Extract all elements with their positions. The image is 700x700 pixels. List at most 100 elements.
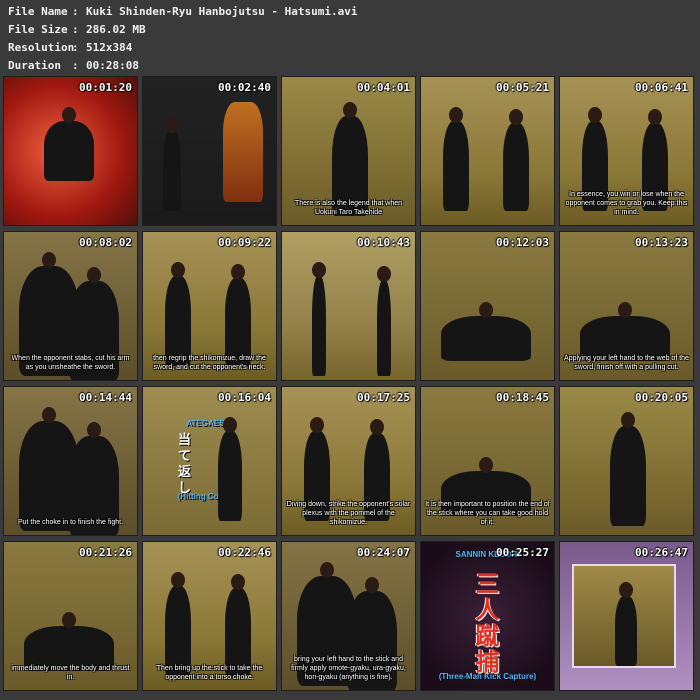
subtitle-caption: In essence, you win or lose when the opp… — [565, 191, 688, 216]
timestamp: 00:22:46 — [218, 546, 271, 559]
video-thumbnail[interactable]: ATEGAESHI 当て返し (Hitting Counter) 00:16:04 — [142, 386, 277, 536]
subtitle-caption: Diving down, strike the opponent's solar… — [286, 501, 411, 526]
info-key: File Name — [8, 5, 68, 18]
technique-translation-label: (Three-Man Kick Capture) — [438, 672, 537, 681]
timestamp: 00:02:40 — [218, 81, 271, 94]
thumbnail-frame — [421, 77, 554, 225]
info-row-file-name: File Name: Kuki Shinden-Ryu Hanbojutsu - … — [8, 5, 358, 23]
video-thumbnail[interactable]: 00:12:03 — [420, 231, 555, 381]
person-head — [648, 109, 662, 125]
person-head — [588, 107, 602, 123]
person-figure — [441, 316, 531, 361]
person-head — [87, 267, 101, 283]
info-separator: : — [72, 5, 79, 18]
person-head — [320, 562, 334, 578]
person-head — [62, 107, 76, 123]
info-value: 00:28:08 — [86, 59, 139, 72]
person-figure — [443, 121, 469, 211]
subtitle-caption: Then bring up the stick to take the oppo… — [156, 665, 263, 681]
person-head — [87, 422, 101, 438]
timestamp: 00:05:21 — [496, 81, 549, 94]
timestamp: 00:25:27 — [496, 546, 549, 559]
person-head — [223, 417, 237, 433]
timestamp: 00:13:23 — [635, 236, 688, 249]
technique-name-label: ATEGAESHI — [186, 419, 233, 428]
timestamp: 00:01:20 — [79, 81, 132, 94]
samurai-armor — [223, 102, 263, 202]
person-figure — [165, 586, 191, 676]
person-head — [365, 577, 379, 593]
person-head — [42, 407, 56, 423]
person-figure — [44, 121, 94, 181]
video-thumbnail[interactable]: SANNIN KEDORI 三人蹴捕 (Three-Man Kick Capture… — [420, 541, 555, 691]
person-head — [479, 302, 493, 318]
person-figure — [610, 426, 646, 526]
info-value: 512x384 — [86, 41, 133, 54]
person-head — [343, 102, 357, 118]
timestamp: 00:16:04 — [218, 391, 271, 404]
timestamp: 00:21:26 — [79, 546, 132, 559]
person-head — [42, 252, 56, 268]
person-figure — [377, 280, 391, 376]
video-thumbnail[interactable]: 00:24:07 bring your left hand to the stic… — [281, 541, 416, 691]
person-head — [62, 612, 76, 628]
thumbnail-frame — [282, 232, 415, 380]
person-head — [618, 302, 632, 318]
timestamp: 00:14:44 — [79, 391, 132, 404]
subtitle-caption: When the opponent stabs, cut his arm as … — [11, 355, 130, 371]
info-key: Duration — [8, 59, 61, 72]
person-head — [619, 582, 633, 598]
info-row-duration: Duration:00:28:08 — [8, 59, 139, 77]
subtitle-caption: immediately move the body and thrust in. — [11, 665, 130, 681]
video-thumbnail[interactable]: 00:10:43 — [281, 231, 416, 381]
info-value: 286.02 MB — [86, 23, 146, 36]
subtitle-caption: Put the choke in to finish the fight. — [17, 519, 124, 526]
video-thumbnail[interactable]: 00:22:46 Then bring up the stick to take … — [142, 541, 277, 691]
video-thumbnail[interactable]: 00:26:47 — [559, 541, 694, 691]
subtitle-caption: Applying your left hand to the web of th… — [564, 355, 689, 371]
video-thumbnail[interactable]: 00:02:40 — [142, 76, 277, 226]
video-thumbnail[interactable]: 00:06:41 In essence, you win or lose when… — [559, 76, 694, 226]
video-thumbnail[interactable]: 00:21:26 immediately move the body and th… — [3, 541, 138, 691]
person-head — [370, 419, 384, 435]
info-separator: : — [72, 41, 79, 54]
subtitle-caption: bring your left hand to the stick and fi… — [291, 656, 406, 681]
timestamp: 00:08:02 — [79, 236, 132, 249]
thumbnail-grid: 00:01:20 00:02:40 00:04:01 There is also th… — [3, 76, 697, 696]
timestamp: 00:26:47 — [635, 546, 688, 559]
person-head — [171, 262, 185, 278]
technique-translation-label: (Hitting Counter) — [177, 492, 242, 501]
person-figure — [225, 588, 251, 676]
video-thumbnail[interactable]: 00:20:05 — [559, 386, 694, 536]
timestamp: 00:12:03 — [496, 236, 549, 249]
person-head — [231, 264, 245, 280]
video-thumbnail[interactable]: 00:05:21 — [420, 76, 555, 226]
person-head — [171, 572, 185, 588]
timestamp: 00:17:25 — [357, 391, 410, 404]
timestamp: 00:18:45 — [496, 391, 549, 404]
timestamp: 00:20:05 — [635, 391, 688, 404]
video-thumbnail[interactable]: 00:08:02 When the opponent stabs, cut his… — [3, 231, 138, 381]
info-key: Resolution — [8, 41, 75, 54]
timestamp: 00:24:07 — [357, 546, 410, 559]
person-figure — [163, 131, 181, 211]
info-row-resolution: Resolution: 512x384 — [8, 41, 132, 59]
info-row-file-size: File Size:286.02 MB — [8, 23, 146, 41]
video-thumbnail[interactable]: 00:13:23 Applying your left hand to the w… — [559, 231, 694, 381]
person-figure — [503, 123, 529, 211]
video-thumbnail[interactable]: 00:18:45 It is then important to position… — [420, 386, 555, 536]
person-figure — [615, 596, 637, 666]
video-thumbnail[interactable]: 00:04:01 There is also the legend that wh… — [281, 76, 416, 226]
person-head — [509, 109, 523, 125]
person-figure — [218, 431, 242, 521]
timestamp: 00:06:41 — [635, 81, 688, 94]
timestamp: 00:10:43 — [357, 236, 410, 249]
subtitle-caption: then regrip the shikomizue, draw the swo… — [153, 355, 266, 371]
timestamp: 00:09:22 — [218, 236, 271, 249]
video-thumbnail[interactable]: 00:09:22 then regrip the shikomizue, draw… — [142, 231, 277, 381]
video-thumbnail[interactable]: 00:01:20 — [3, 76, 138, 226]
video-thumbnail[interactable]: 00:17:25 Diving down, strike the opponent… — [281, 386, 416, 536]
info-value: Kuki Shinden-Ryu Hanbojutsu - Hatsumi.av… — [86, 5, 358, 18]
video-thumbnail[interactable]: 00:14:44 Put the choke in to finish the f… — [3, 386, 138, 536]
file-info-header: File Name: Kuki Shinden-Ryu Hanbojutsu - … — [0, 0, 700, 78]
